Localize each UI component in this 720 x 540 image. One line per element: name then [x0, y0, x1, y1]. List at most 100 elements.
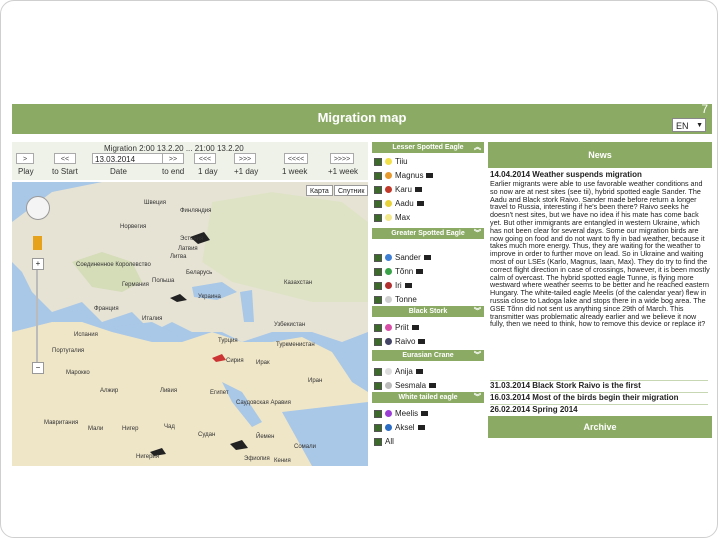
group-header[interactable]: Black Stork ︾: [372, 306, 484, 317]
camera-icon[interactable]: [421, 411, 429, 417]
map-label: Эфиопия: [244, 456, 270, 462]
news-item[interactable]: 16.03.2014 Most of the birds begin their…: [490, 392, 708, 402]
label-minus-week: 1 week: [282, 167, 308, 176]
camera-icon[interactable]: [416, 269, 424, 275]
checkbox[interactable]: [374, 367, 382, 376]
checkbox[interactable]: [374, 157, 382, 166]
language-select[interactable]: EN ▼: [672, 118, 706, 132]
play-button[interactable]: >: [16, 153, 34, 164]
camera-icon[interactable]: [418, 339, 426, 345]
bird-item[interactable]: Priit: [374, 322, 419, 334]
bird-item[interactable]: Iri: [374, 280, 412, 292]
map-label: Соединенное Королевство: [76, 262, 151, 268]
group-name: White tailed eagle: [398, 394, 458, 401]
bird-item[interactable]: Sesmala: [374, 380, 437, 392]
checkbox[interactable]: [374, 423, 382, 432]
checkbox[interactable]: [374, 253, 382, 262]
checkbox[interactable]: [374, 213, 382, 222]
checkbox[interactable]: [374, 199, 382, 208]
bird-item[interactable]: Karu: [374, 184, 422, 196]
bird-color-dot: [385, 296, 392, 304]
pegman-icon[interactable]: [33, 236, 42, 250]
chevron-down-icon: ︾: [474, 308, 481, 315]
camera-icon[interactable]: [415, 369, 423, 375]
bird-name: Karu: [395, 185, 412, 194]
plus-day-button[interactable]: >>>: [234, 153, 256, 164]
plus-week-button[interactable]: >>>>: [330, 153, 354, 164]
news-headline[interactable]: 14.04.2014 Weather suspends migration: [490, 170, 642, 179]
map-label: Франция: [94, 306, 119, 312]
map-label: Финляндия: [180, 208, 212, 214]
bird-item[interactable]: Tiiu: [374, 156, 408, 168]
checkbox[interactable]: [374, 409, 382, 418]
news-body: Earlier migrants were able to use favora…: [490, 180, 710, 329]
map-label: Эстония: [180, 236, 204, 242]
bird-color-dot: [385, 324, 392, 332]
map-label: Швеция: [144, 200, 166, 206]
checkbox[interactable]: [374, 437, 382, 446]
archive-button[interactable]: Archive: [488, 416, 712, 438]
camera-icon[interactable]: [423, 255, 431, 261]
checkbox[interactable]: [374, 185, 382, 194]
group-header[interactable]: White tailed eagle ︾: [372, 392, 484, 403]
bird-color-dot: [385, 382, 392, 390]
zoom-out-button[interactable]: −: [32, 362, 44, 374]
bird-item[interactable]: Max: [374, 212, 410, 224]
checkbox[interactable]: [374, 337, 382, 346]
to-start-button[interactable]: <<: [54, 153, 76, 164]
map-label: Йемен: [256, 434, 275, 440]
group-header[interactable]: Eurasian Crane ︾: [372, 350, 484, 361]
all-item[interactable]: All: [374, 436, 394, 448]
page-title: Migration map: [317, 110, 407, 125]
map-label: Сирия: [226, 358, 244, 364]
map-type-map-button[interactable]: Карта: [306, 185, 333, 196]
news-item[interactable]: 26.02.2014 Spring 2014: [490, 404, 708, 414]
bird-item[interactable]: Meelis: [374, 408, 429, 420]
map-label: Судан: [198, 432, 216, 438]
migration-map[interactable]: + − Карта Спутник Швеция Финляндия Норве…: [12, 182, 368, 466]
news-panel: News 14.04.2014 Weather suspends migrati…: [488, 142, 712, 438]
label-to-start: to Start: [52, 167, 78, 176]
map-label: Алжир: [100, 388, 119, 394]
camera-icon[interactable]: [414, 187, 422, 193]
map-label: Германия: [122, 282, 149, 288]
minus-day-button[interactable]: <<<: [194, 153, 216, 164]
bird-name: Aksel: [395, 423, 415, 432]
bird-color-dot: [385, 200, 392, 208]
bird-color-dot: [385, 186, 392, 194]
bird-item[interactable]: Aadu: [374, 198, 424, 210]
camera-icon[interactable]: [404, 283, 412, 289]
bird-name: Tiiu: [395, 157, 408, 166]
bird-name: Tõnn: [395, 267, 414, 276]
checkbox[interactable]: [374, 171, 382, 180]
group-header[interactable]: Greater Spotted Eagle ︾: [372, 228, 484, 239]
checkbox[interactable]: [374, 295, 382, 304]
map-label: Литва: [170, 254, 187, 260]
checkbox[interactable]: [374, 323, 382, 332]
camera-icon[interactable]: [417, 425, 425, 431]
zoom-in-button[interactable]: +: [32, 258, 44, 270]
bird-item[interactable]: Tõnn: [374, 266, 424, 278]
camera-icon[interactable]: [429, 383, 437, 389]
bird-item[interactable]: Anija: [374, 366, 423, 378]
camera-icon[interactable]: [426, 173, 434, 179]
to-end-button[interactable]: >>: [162, 153, 184, 164]
camera-icon[interactable]: [416, 201, 424, 207]
bird-item[interactable]: Magnus: [374, 170, 434, 182]
bird-color-dot: [385, 254, 392, 262]
pan-control[interactable]: [26, 196, 50, 220]
group-header[interactable]: Lesser Spotted Eagle ︽: [372, 142, 484, 153]
checkbox[interactable]: [374, 267, 382, 276]
zoom-slider-track[interactable]: [36, 270, 38, 362]
camera-icon[interactable]: [411, 325, 419, 331]
bird-item[interactable]: Aksel: [374, 422, 425, 434]
bird-item[interactable]: Raivo: [374, 336, 426, 348]
checkbox[interactable]: [374, 381, 382, 390]
checkbox[interactable]: [374, 281, 382, 290]
map-type-satellite-button[interactable]: Спутник: [334, 185, 368, 196]
minus-week-button[interactable]: <<<<: [284, 153, 308, 164]
bird-item[interactable]: Sander: [374, 252, 431, 264]
bird-item[interactable]: Tonne: [374, 294, 417, 306]
map-label: Италия: [142, 316, 163, 322]
news-item[interactable]: 31.03.2014 Black Stork Raivo is the firs…: [490, 380, 708, 390]
